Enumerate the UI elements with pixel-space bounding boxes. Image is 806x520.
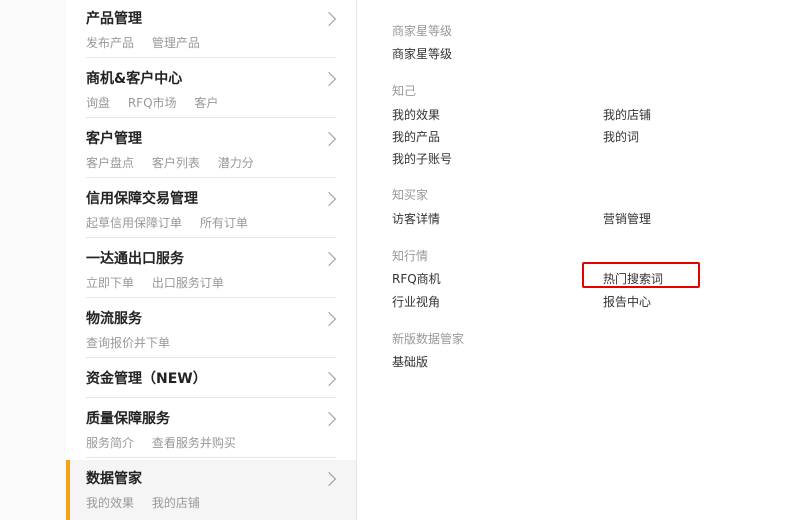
link-visitor-details[interactable]: 访客详情 [392,210,440,227]
chevron-right-icon [321,311,337,327]
section-title-know-self: 知己 [392,84,417,98]
left-gutter [0,0,66,520]
link-customer[interactable]: 客户 [194,96,218,110]
category-title: 质量保障服务 [86,411,170,427]
category-links: 询盘 RFQ市场 客户 [86,94,232,111]
link-rfq-opportunities[interactable]: RFQ商机 [392,270,441,287]
link-sub-accounts[interactable]: 我的子账号 [392,150,452,167]
link-quote-order[interactable]: 查询报价并下单 [86,336,170,350]
link-draft-order[interactable]: 起草信用保障订单 [86,216,182,230]
section-title-know-market: 知行情 [392,249,429,263]
link-view-buy-service[interactable]: 查看服务并购买 [152,436,236,450]
category-sidebar: 产品管理 发布产品 管理产品 商机&客户中心 询盘 RFQ市场 客户 客户管理 … [66,0,357,520]
chevron-right-icon [321,11,337,27]
category-links: 起草信用保障订单 所有订单 [86,214,262,231]
category-title: 客户管理 [86,131,142,147]
category-title: 信用保障交易管理 [86,191,198,207]
chevron-right-icon [321,411,337,427]
link-service-intro[interactable]: 服务简介 [86,436,134,450]
section-title-new-data-manager: 新版数据管家 [392,332,465,346]
category-links: 发布产品 管理产品 [86,34,214,51]
link-marketing-management[interactable]: 营销管理 [603,210,651,227]
link-publish-product[interactable]: 发布产品 [86,36,134,50]
link-industry-perspective[interactable]: 行业视角 [392,293,440,310]
link-my-performance[interactable]: 我的效果 [86,496,134,510]
link-potential-score[interactable]: 潜力分 [218,156,254,170]
category-links: 客户盘点 客户列表 潜力分 [86,154,268,171]
link-basic-version[interactable]: 基础版 [392,353,428,370]
category-title: 一达通出口服务 [86,251,184,267]
link-my-words[interactable]: 我的词 [603,128,639,145]
link-order-now[interactable]: 立即下单 [86,276,134,290]
link-customer-list[interactable]: 客户列表 [152,156,200,170]
link-my-performance[interactable]: 我的效果 [392,106,440,123]
chevron-right-icon [321,191,337,207]
category-logistics[interactable]: 物流服务 查询报价并下单 [66,300,356,358]
category-links: 我的效果 我的店铺 [86,494,214,511]
category-quality-assurance[interactable]: 质量保障服务 服务简介 查看服务并购买 [66,400,356,458]
highlight-box [582,262,700,288]
category-data-manager[interactable]: 数据管家 我的效果 我的店铺 [66,460,356,520]
category-links: 查询报价并下单 [86,334,184,351]
category-links: 立即下单 出口服务订单 [86,274,238,291]
link-my-store[interactable]: 我的店铺 [603,106,651,123]
link-manage-product[interactable]: 管理产品 [152,36,200,50]
chevron-right-icon [321,251,337,267]
link-my-products[interactable]: 我的产品 [392,128,440,145]
chevron-right-icon [321,371,337,387]
chevron-right-icon [321,71,337,87]
category-links: 服务简介 查看服务并购买 [86,434,250,451]
link-export-orders[interactable]: 出口服务订单 [152,276,224,290]
category-title: 商机&客户中心 [86,71,183,87]
category-business-customer-center[interactable]: 商机&客户中心 询盘 RFQ市场 客户 [66,60,356,118]
link-all-orders[interactable]: 所有订单 [200,216,248,230]
category-product-management[interactable]: 产品管理 发布产品 管理产品 [66,0,356,58]
chevron-right-icon [321,471,337,487]
submenu-panel: 商家星等级 商家星等级 知己 我的效果 我的店铺 我的产品 我的词 我的子账号 … [392,0,806,520]
section-title-know-buyers: 知买家 [392,188,429,202]
category-customer-management[interactable]: 客户管理 客户盘点 客户列表 潜力分 [66,120,356,178]
section-title-star-level: 商家星等级 [392,24,453,38]
category-title: 物流服务 [86,311,142,327]
chevron-right-icon [321,131,337,147]
link-report-center[interactable]: 报告中心 [603,293,651,310]
link-customer-inventory[interactable]: 客户盘点 [86,156,134,170]
link-rfq-market[interactable]: RFQ市场 [128,96,177,110]
category-title: 产品管理 [86,11,142,27]
category-title: 资金管理（NEW） [86,371,207,387]
category-title: 数据管家 [86,471,142,487]
link-inquiry[interactable]: 询盘 [86,96,110,110]
category-export-service[interactable]: 一达通出口服务 立即下单 出口服务订单 [66,240,356,298]
link-my-store[interactable]: 我的店铺 [152,496,200,510]
link-star-level[interactable]: 商家星等级 [392,45,452,62]
category-finance[interactable]: 资金管理（NEW） [66,360,356,398]
category-trade-assurance[interactable]: 信用保障交易管理 起草信用保障订单 所有订单 [66,180,356,238]
